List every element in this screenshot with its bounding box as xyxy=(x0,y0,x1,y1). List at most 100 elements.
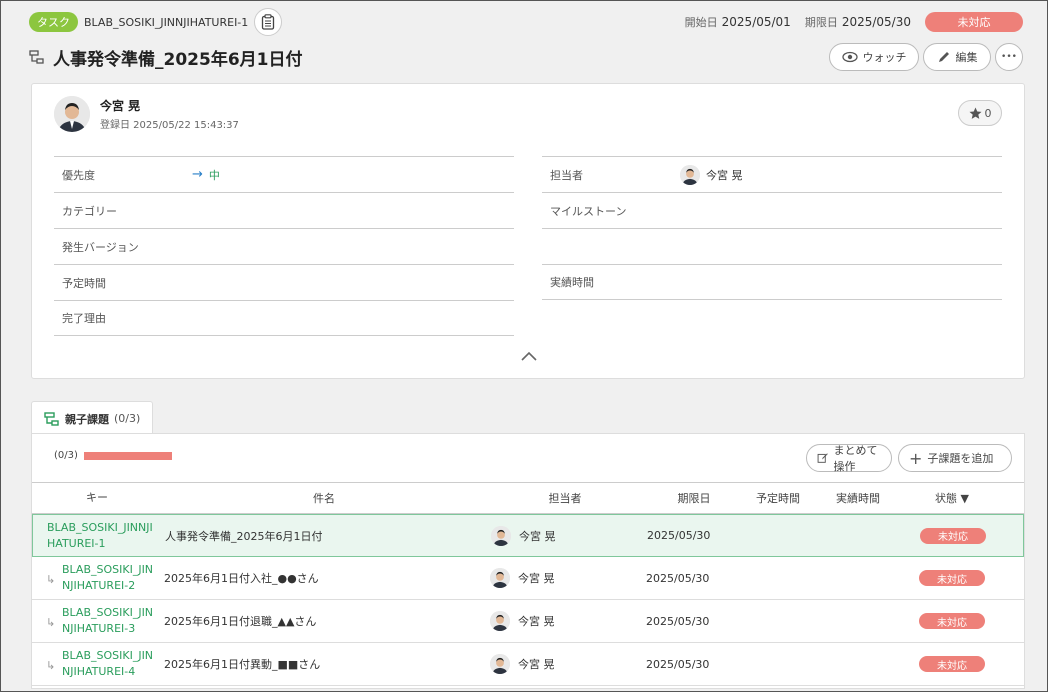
status-badge: 未対応 xyxy=(919,656,985,672)
priority-value: 中 xyxy=(208,168,220,182)
progress-row: (0/3) xyxy=(54,450,172,461)
due-date-label: 期限日 xyxy=(804,16,838,29)
col-planned[interactable]: 予定時間 xyxy=(742,490,814,506)
reporter-name: 今宮 晃 xyxy=(100,99,141,113)
row-subject: 2025年6月1日付入社_●●さん xyxy=(164,572,319,585)
edit-label: 編集 xyxy=(955,51,978,64)
col-assignee[interactable]: 担当者 xyxy=(484,490,646,506)
status-badge: 未対応 xyxy=(919,570,985,586)
row-assignee: 今宮 晃 xyxy=(519,529,556,543)
field-label: 発生バージョン xyxy=(62,240,139,254)
issue-detail-card: 今宮 晃 登録日 2025/05/22 15:43:37 0 優先度 → 中 カ… xyxy=(31,83,1025,379)
start-date: 2025/05/01 xyxy=(721,15,791,29)
col-status[interactable]: 状態 ▼ xyxy=(902,490,1002,506)
issue-type-badge: タスク xyxy=(29,12,78,32)
row-due: 2025/05/30 xyxy=(646,614,710,628)
table-row[interactable]: BLAB_SOSIKI_JINNJI HATUREI-1 人事発令準備_2025… xyxy=(32,514,1024,557)
bulk-label: まとめて操作 xyxy=(833,444,878,473)
field-priority: 優先度 → 中 xyxy=(54,156,514,192)
watch-label: ウォッチ xyxy=(862,51,907,64)
row-due: 2025/05/30 xyxy=(647,529,711,542)
fields-left: 優先度 → 中 カテゴリー 発生バージョン 予定時間 完了理由 xyxy=(54,156,514,336)
avatar xyxy=(54,96,90,132)
row-key[interactable]: BLAB_SOSIKI_JINNJI HATUREI-1 xyxy=(47,520,163,552)
branch-icon: ↳ xyxy=(46,573,56,586)
tab-label: 親子課題 xyxy=(65,412,109,426)
field-resolution: 完了理由 xyxy=(54,300,514,336)
status-badge: 未対応 xyxy=(919,613,985,629)
panel-actions: まとめて操作 + 子課題を追加 xyxy=(806,444,1012,473)
clipboard-icon xyxy=(262,14,275,30)
field-label: 実績時間 xyxy=(550,276,594,289)
due-date: 2025/05/30 xyxy=(841,15,911,29)
row-assignee: 今宮 晃 xyxy=(518,615,555,628)
issue-header: タスク BLAB_SOSIKI_JINNJIHATUREI-1 開始日 2025… xyxy=(29,8,1023,36)
table-row[interactable]: ↳ BLAB_SOSIKI_JIN NJIHATUREI-2 2025年6月1日付… xyxy=(32,557,1024,600)
field-label: 予定時間 xyxy=(62,276,106,290)
chevron-up-icon[interactable] xyxy=(519,348,539,364)
table-header: キー 件名 担当者 期限日 予定時間 実績時間 状態 ▼ xyxy=(32,482,1024,514)
parent-child-icon xyxy=(44,411,59,426)
branch-icon: ↳ xyxy=(46,616,56,629)
field-label: カテゴリー xyxy=(62,204,117,218)
field-version: 発生バージョン xyxy=(54,228,514,264)
pencil-icon xyxy=(938,52,949,62)
field-estimated-hours: 予定時間 xyxy=(54,264,514,300)
star-button[interactable]: 0 xyxy=(958,100,1002,126)
watch-button[interactable]: ウォッチ xyxy=(829,43,919,71)
eye-icon xyxy=(841,51,858,63)
row-due: 2025/05/30 xyxy=(646,657,710,671)
field-category: カテゴリー xyxy=(54,192,514,228)
row-key[interactable]: BLAB_SOSIKI_JIN NJIHATUREI-4 xyxy=(46,648,162,680)
copy-key-button[interactable] xyxy=(254,8,283,36)
progress-bar xyxy=(83,451,172,460)
page-title: 人事発令準備_2025年6月1日付 xyxy=(53,49,303,70)
avatar xyxy=(490,654,510,674)
issue-key: BLAB_SOSIKI_JINNJIHATUREI-1 xyxy=(84,15,249,29)
col-due[interactable]: 期限日 xyxy=(646,490,742,506)
col-subject[interactable]: 件名 xyxy=(162,490,484,506)
edit-box-icon xyxy=(817,453,828,463)
more-menu-button[interactable]: ••• xyxy=(995,43,1023,71)
title-actions: ウォッチ 編集 ••• xyxy=(829,43,1023,71)
row-key[interactable]: BLAB_SOSIKI_JIN NJIHATUREI-2 xyxy=(46,562,162,594)
tab-parent-child[interactable]: 親子課題 (0/3) xyxy=(31,401,153,435)
col-actual[interactable]: 実績時間 xyxy=(814,490,902,506)
avatar xyxy=(490,568,510,588)
row-assignee: 今宮 晃 xyxy=(518,658,555,671)
progress-text: (0/3) xyxy=(54,450,78,461)
row-subject: 2025年6月1日付退職_▲▲さん xyxy=(164,615,317,628)
field-label: 完了理由 xyxy=(62,312,106,325)
field-label: マイルストーン xyxy=(550,204,627,218)
table-row[interactable]: ↳ BLAB_SOSIKI_JIN NJIHATUREI-3 2025年6月1日付… xyxy=(32,600,1024,643)
title-row: 人事発令準備_2025年6月1日付 ウォッチ 編集 ••• xyxy=(29,43,1023,71)
row-subject: 2025年6月1日付異動_■■さん xyxy=(164,658,321,671)
row-key[interactable]: BLAB_SOSIKI_JIN NJIHATUREI-3 xyxy=(46,605,162,637)
arrow-right-icon: → xyxy=(192,167,203,182)
issue-page: タスク BLAB_SOSIKI_JINNJIHATUREI-1 開始日 2025… xyxy=(0,0,1048,692)
child-issues-table: キー 件名 担当者 期限日 予定時間 実績時間 状態 ▼ BLAB_SOSIKI… xyxy=(32,482,1024,686)
row-subject: 人事発令準備_2025年6月1日付 xyxy=(165,529,323,543)
start-date-label: 開始日 xyxy=(684,16,718,29)
bulk-operation-button[interactable]: まとめて操作 xyxy=(806,444,892,473)
fields-right: 担当者 今宮 晃 マイルストーン 実績時間 xyxy=(542,156,1002,300)
edit-button[interactable]: 編集 xyxy=(923,43,991,71)
table-row[interactable]: ↳ BLAB_SOSIKI_JIN NJIHATUREI-4 2025年6月1日付… xyxy=(32,643,1024,686)
field-assignee: 担当者 今宮 晃 xyxy=(542,156,1002,192)
registered-date: 登録日 2025/05/22 15:43:37 xyxy=(100,120,239,131)
status-badge: 未対応 xyxy=(920,527,986,544)
avatar xyxy=(491,525,511,546)
col-key[interactable]: キー xyxy=(32,490,162,506)
plus-icon: + xyxy=(909,448,923,468)
avatar xyxy=(680,164,700,185)
reporter: 今宮 晃 登録日 2025/05/22 15:43:37 xyxy=(54,96,239,132)
branch-icon: ↳ xyxy=(46,659,56,672)
add-child-button[interactable]: + 子課題を追加 xyxy=(898,444,1012,472)
field-label: 優先度 xyxy=(62,168,95,182)
child-issues-panel: (0/3) まとめて操作 + 子課題を追加 キー 件名 担当者 期限日 予定時間… xyxy=(31,433,1025,689)
status-badge[interactable]: 未対応 xyxy=(925,12,1023,32)
field-label: 担当者 xyxy=(550,168,583,182)
star-icon xyxy=(968,106,982,119)
issue-dates: 開始日 2025/05/01 期限日 2025/05/30 未対応 xyxy=(685,12,1023,32)
row-assignee: 今宮 晃 xyxy=(518,572,555,585)
